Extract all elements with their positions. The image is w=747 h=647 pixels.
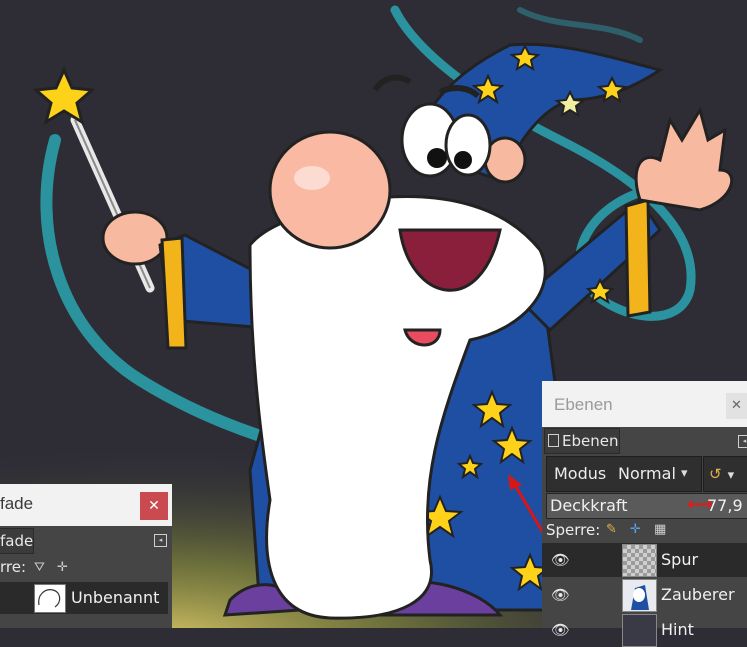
layer-row[interactable]: 👁 Zauberer — [542, 578, 747, 612]
opacity-label: Deckkraft — [550, 496, 628, 515]
layers-window-title: Ebenen — [554, 395, 613, 414]
layer-name: Hint — [661, 620, 694, 639]
reset-arrow-icon: ↺ — [709, 465, 722, 483]
paths-close-button[interactable]: ✕ — [140, 492, 168, 520]
eye-icon[interactable]: 👁 — [551, 551, 570, 569]
paths-panel: fade ◂ rre: ⛛ ✛ Unbenannt — [0, 526, 172, 628]
chevron-down-icon: ▾ — [727, 468, 735, 483]
layers-tab-icon — [548, 434, 559, 447]
tab-menu-icon[interactable]: ◂ — [738, 435, 747, 448]
tab-paths[interactable]: fade — [0, 528, 34, 554]
paths-lock-label: rre: — [0, 558, 27, 576]
paths-window-title: fade — [0, 494, 34, 513]
opacity-slider[interactable]: Deckkraft ⟷ 77,9 — [546, 493, 747, 519]
eye-icon[interactable]: 👁 — [551, 621, 570, 639]
lock-move-icon[interactable]: ✛ — [57, 560, 68, 575]
layers-dock-window: Ebenen ✕ Ebenen ◂ Modus Normal ▾ ↺ ▾ Deck… — [542, 381, 747, 647]
list-item[interactable]: Unbenannt — [0, 582, 168, 614]
path-thumbnail — [34, 584, 66, 613]
mode-select[interactable]: Modus Normal ▾ — [546, 456, 702, 492]
layer-thumbnail — [622, 579, 657, 612]
lock-position-icon[interactable]: ⛛ — [34, 560, 45, 575]
layers-window-titlebar[interactable]: Ebenen ✕ — [542, 381, 747, 427]
lock-position-icon[interactable]: ✛ — [630, 522, 641, 537]
layer-row[interactable]: 👁 Hint — [542, 613, 747, 647]
tab-layers-label: Ebenen — [562, 432, 619, 450]
layers-close-button[interactable]: ✕ — [726, 393, 747, 419]
composite-mode-button[interactable]: ↺ ▾ — [703, 456, 747, 492]
tab-menu-icon[interactable]: ◂ — [154, 534, 167, 547]
paths-dock-window: fade ✕ fade ◂ rre: ⛛ ✛ Unbenannt — [0, 484, 172, 628]
layer-thumbnail — [622, 544, 657, 577]
opacity-value: 77,9 — [707, 496, 743, 515]
mode-value: Normal — [618, 464, 676, 483]
eye-icon[interactable]: 👁 — [551, 586, 570, 604]
left-hand — [101, 210, 169, 266]
paths-window-titlebar[interactable]: fade ✕ — [0, 484, 172, 526]
mode-label: Modus — [554, 464, 607, 483]
path-name: Unbenannt — [71, 588, 160, 607]
chevron-down-icon: ▾ — [681, 466, 688, 481]
layer-name: Zauberer — [661, 585, 735, 604]
layer-thumbnail — [622, 614, 657, 647]
layers-lock-label: Sperre: — [546, 521, 601, 539]
layer-row[interactable]: 👁 Spur — [542, 543, 747, 577]
lock-alpha-icon[interactable]: ▦ — [654, 522, 666, 537]
layers-panel: Ebenen ◂ Modus Normal ▾ ↺ ▾ Deckkraft ⟷ 7… — [542, 427, 747, 647]
lock-pixels-icon[interactable]: ✎ — [606, 522, 617, 537]
tab-layers[interactable]: Ebenen — [544, 428, 620, 454]
layer-name: Spur — [661, 550, 699, 569]
